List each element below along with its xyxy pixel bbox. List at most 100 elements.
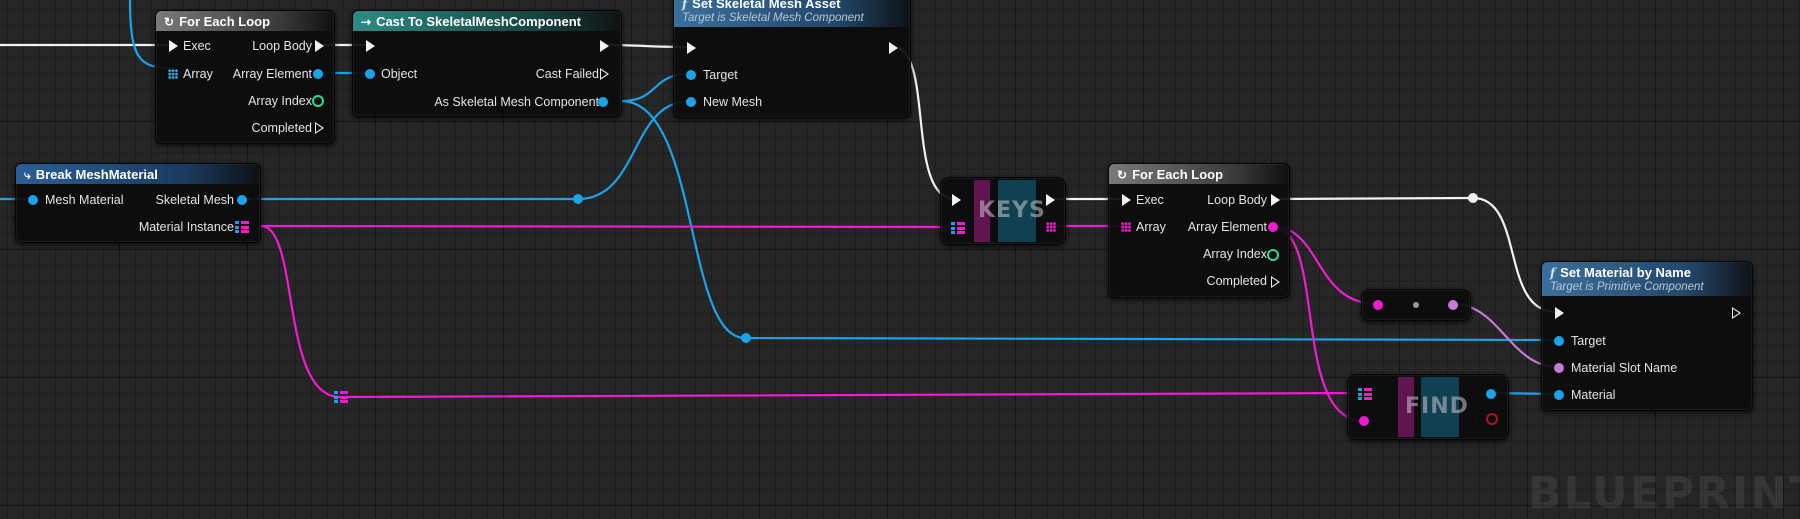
pin-label: Completed <box>1206 274 1267 288</box>
array-element-pin[interactable] <box>1268 222 1278 232</box>
node-header[interactable]: ⤷ Break MeshMaterial <box>16 164 260 184</box>
target-pin[interactable] <box>686 70 696 80</box>
loop-icon: ↻ <box>1117 168 1128 182</box>
pin-label: Exec <box>183 39 211 53</box>
pin-label: Material Slot Name <box>1571 361 1678 375</box>
pin-label: Material <box>1571 388 1616 402</box>
keys-array-output-pin[interactable] <box>1046 222 1056 232</box>
node-title: KEYS <box>978 198 1046 223</box>
found-output-pin[interactable] <box>1486 413 1498 425</box>
pin-label: Target <box>703 68 738 82</box>
find-node[interactable]: FIND <box>1347 374 1509 440</box>
object-input-pin[interactable] <box>365 69 375 79</box>
set-material-by-name-node[interactable]: f Set Material by Name Target is Primitiv… <box>1541 261 1753 411</box>
loop-body-pin[interactable] <box>1271 194 1280 206</box>
node-header[interactable]: ↻ For Each Loop <box>1109 164 1289 184</box>
conversion-node[interactable] <box>1361 289 1471 321</box>
array-element-pin[interactable] <box>313 69 323 79</box>
node-header[interactable]: f Set Skeletal Mesh Asset Target is Skele… <box>674 0 910 27</box>
pin-label: Cast Failed <box>535 67 599 81</box>
pin-label: Object <box>381 67 418 81</box>
array-index-pin[interactable] <box>1267 249 1279 261</box>
new-mesh-pin[interactable] <box>686 97 696 107</box>
pin-label: Array Element <box>232 67 312 81</box>
reroute-knot[interactable] <box>741 333 751 343</box>
pin-label: Skeletal Mesh <box>155 193 234 207</box>
exec-input-pin[interactable] <box>1122 194 1131 206</box>
pin-label: Material Instance <box>138 220 234 234</box>
value-output-pin[interactable] <box>1486 389 1496 399</box>
node-title: For Each Loop <box>1132 167 1224 182</box>
blueprint-watermark: BLUEPRINT <box>1528 468 1800 519</box>
conversion-input-pin[interactable] <box>1373 300 1383 310</box>
mesh-material-input-pin[interactable] <box>28 195 38 205</box>
keys-node[interactable]: KEYS <box>940 177 1066 245</box>
as-skeletal-mesh-component-pin[interactable] <box>598 97 608 107</box>
exec-output-pin[interactable] <box>1046 194 1055 206</box>
pin-label: Array Element <box>1187 220 1267 234</box>
completed-pin[interactable] <box>1271 276 1280 288</box>
reroute-knot[interactable] <box>1468 193 1478 203</box>
array-index-pin[interactable] <box>312 95 324 107</box>
node-header[interactable]: ⇢ Cast To SkeletalMeshComponent <box>353 11 621 31</box>
exec-input-pin[interactable] <box>169 40 178 52</box>
conversion-output-pin[interactable] <box>1448 300 1458 310</box>
exec-output-pin[interactable] <box>1732 307 1741 319</box>
target-pin[interactable] <box>1554 336 1564 346</box>
cast-to-skeletal-mesh-node[interactable]: ⇢ Cast To SkeletalMeshComponent Object Ca… <box>352 10 622 117</box>
break-struct-icon: ⤷ <box>24 168 31 182</box>
node-title: Break MeshMaterial <box>35 167 158 182</box>
array-input-pin[interactable] <box>168 69 178 79</box>
function-icon: f <box>682 0 688 11</box>
exec-input-pin[interactable] <box>1555 307 1564 319</box>
node-header[interactable]: ↻ For Each Loop <box>156 11 334 31</box>
function-icon: f <box>1550 266 1556 280</box>
exec-input-pin[interactable] <box>366 40 375 52</box>
node-title: Set Material by Name <box>1560 265 1691 280</box>
loop-body-pin[interactable] <box>315 40 324 52</box>
blueprint-graph-canvas[interactable]: ↻ For Each Loop Exec Array Loop Body Arra… <box>0 0 1800 519</box>
set-skeletal-mesh-asset-node[interactable]: f Set Skeletal Mesh Asset Target is Skele… <box>673 0 911 118</box>
pin-label: Loop Body <box>252 39 312 53</box>
pin-label: Array Index <box>1203 247 1267 261</box>
material-pin[interactable] <box>1554 390 1564 400</box>
pin-label: Mesh Material <box>45 193 124 207</box>
pin-label: Completed <box>251 121 312 135</box>
exec-output-pin[interactable] <box>600 40 609 52</box>
reroute-knot-map[interactable] <box>334 391 348 403</box>
node-title: For Each Loop <box>179 14 271 29</box>
array-input-pin[interactable] <box>1121 222 1131 232</box>
loop-icon: ↻ <box>164 15 175 29</box>
pin-label: Array Index <box>248 94 312 108</box>
node-title: FIND <box>1405 394 1469 419</box>
completed-pin[interactable] <box>315 122 324 134</box>
pin-label: Loop Body <box>1207 193 1267 207</box>
material-slot-name-pin[interactable] <box>1554 363 1564 373</box>
node-title: Set Skeletal Mesh Asset <box>692 0 841 11</box>
exec-input-pin[interactable] <box>952 194 961 206</box>
pin-label: Exec <box>1136 193 1164 207</box>
break-mesh-material-node[interactable]: ⤷ Break MeshMaterial Mesh Material Skelet… <box>15 163 261 243</box>
node-subtitle: Target is Primitive Component <box>1550 281 1704 293</box>
node-title: Cast To SkeletalMeshComponent <box>376 14 581 29</box>
pin-label: As Skeletal Mesh Component <box>434 95 599 109</box>
cast-icon: ⇢ <box>361 15 372 29</box>
cast-failed-pin[interactable] <box>600 68 609 80</box>
exec-output-pin[interactable] <box>889 42 898 54</box>
pin-label: Target <box>1571 334 1606 348</box>
key-input-pin[interactable] <box>1359 416 1369 426</box>
material-instance-map-pin[interactable] <box>235 221 249 233</box>
conversion-center-dot <box>1413 302 1419 308</box>
exec-input-pin[interactable] <box>687 42 696 54</box>
map-input-pin[interactable] <box>951 222 965 234</box>
reroute-knot[interactable] <box>573 194 583 204</box>
node-subtitle: Target is Skeletal Mesh Component <box>682 12 864 24</box>
for-each-loop-node-2[interactable]: ↻ For Each Loop Exec Array Loop Body Arra… <box>1108 163 1290 298</box>
node-header[interactable]: f Set Material by Name Target is Primitiv… <box>1542 262 1752 296</box>
skeletal-mesh-pin[interactable] <box>237 195 247 205</box>
for-each-loop-node[interactable]: ↻ For Each Loop Exec Array Loop Body Arra… <box>155 10 335 144</box>
pin-label: Array <box>183 67 213 81</box>
map-input-pin[interactable] <box>1358 388 1372 400</box>
wire-materialinstance-to-keys <box>260 224 956 229</box>
pin-label: New Mesh <box>703 95 763 109</box>
